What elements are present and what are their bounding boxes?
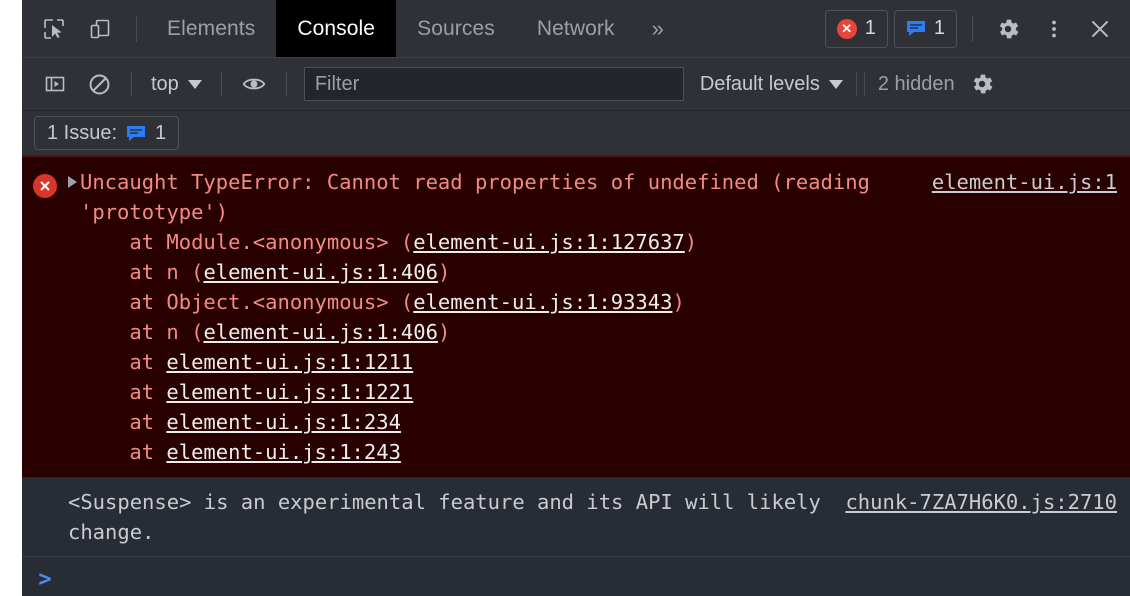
filterbar-divider-1 <box>131 72 132 96</box>
device-toolbar-icon[interactable] <box>81 10 119 48</box>
console-error-message[interactable]: Uncaught TypeError: Cannot read properti… <box>22 156 1130 478</box>
execution-context-label: top <box>151 72 179 95</box>
info-source-link[interactable]: chunk-7ZA7H6K0.js:2710 <box>845 487 1122 517</box>
kebab-menu-icon[interactable] <box>1034 9 1074 49</box>
tab-sources[interactable]: Sources <box>396 0 516 57</box>
info-message-text: <Suspense> is an experimental feature an… <box>68 490 834 544</box>
console-message-list: Uncaught TypeError: Cannot read properti… <box>22 156 1130 596</box>
issues-count: 1 <box>155 121 167 144</box>
tabbar-right-divider <box>972 15 973 42</box>
filterbar-divider-3 <box>285 72 287 96</box>
message-icon <box>127 125 146 141</box>
error-circle-icon: ✕ <box>836 18 857 39</box>
expand-triangle-icon[interactable] <box>68 176 77 188</box>
message-count-badge[interactable]: 1 <box>893 9 957 48</box>
log-levels-selector[interactable]: Default levels <box>700 73 843 96</box>
devtools-panel: Elements Console Sources Network » ✕ 1 1 <box>22 0 1130 596</box>
filterbar-divider-5 <box>863 72 865 96</box>
tab-network[interactable]: Network <box>516 0 636 57</box>
console-sidebar-icon[interactable] <box>36 65 74 103</box>
tab-console[interactable]: Console <box>276 0 397 57</box>
message-icon <box>906 21 925 36</box>
error-count-value: 1 <box>864 17 876 39</box>
gear-icon[interactable] <box>988 9 1028 49</box>
tabbar-left-icons <box>22 0 146 57</box>
error-message-text: Uncaught TypeError: Cannot read properti… <box>80 170 883 464</box>
live-expression-icon[interactable] <box>235 65 273 103</box>
error-count-badge[interactable]: ✕ 1 <box>824 9 888 48</box>
error-source-link[interactable]: element-ui.js:1 <box>932 167 1122 197</box>
chevron-down-icon <box>187 79 202 89</box>
stack-frame-link[interactable]: element-ui.js:1:406 <box>203 320 438 344</box>
gear-icon[interactable] <box>963 65 1001 103</box>
close-icon[interactable] <box>1080 9 1120 49</box>
clear-console-icon[interactable] <box>80 65 118 103</box>
console-prompt-input[interactable] <box>68 567 1130 593</box>
filterbar-divider-4 <box>855 72 857 96</box>
devtools-tabs: Elements Console Sources Network » <box>146 0 680 57</box>
error-circle-icon <box>33 174 57 198</box>
console-filter-bar: top Default levels 2 hidden <box>22 58 1130 111</box>
tab-elements[interactable]: Elements <box>146 0 276 57</box>
prompt-chevron-icon: > <box>38 567 52 592</box>
message-count-value: 1 <box>933 17 945 39</box>
inspect-element-icon[interactable] <box>35 10 73 48</box>
console-info-message[interactable]: <Suspense> is an experimental feature an… <box>22 478 1130 557</box>
log-levels-label: Default levels <box>699 72 820 95</box>
tab-overflow-icon[interactable]: » <box>636 0 680 57</box>
devtools-tabbar: Elements Console Sources Network » ✕ 1 1 <box>22 0 1130 58</box>
stack-frame-link[interactable]: element-ui.js:1:406 <box>203 260 438 284</box>
issues-chip[interactable]: 1 Issue: 1 <box>34 116 180 150</box>
filterbar-divider-2 <box>220 72 222 96</box>
stack-frame-link[interactable]: element-ui.js:1:1211 <box>166 350 413 374</box>
stack-frame-link[interactable]: element-ui.js:1:127637 <box>413 230 685 254</box>
issues-bar: 1 Issue: 1 <box>22 111 1130 156</box>
console-prompt-row[interactable]: > <box>22 557 1130 596</box>
chevron-down-icon <box>828 79 843 89</box>
execution-context-selector[interactable]: top <box>145 73 208 96</box>
stack-frame-link[interactable]: element-ui.js:1:243 <box>166 440 401 464</box>
issues-label: 1 Issue: <box>47 121 118 144</box>
stack-frame-link[interactable]: element-ui.js:1:1221 <box>166 380 413 404</box>
hidden-messages-count[interactable]: 2 hidden <box>878 73 955 96</box>
tabbar-divider <box>136 15 137 42</box>
error-icon-cell <box>22 167 68 198</box>
tabbar-right-controls: ✕ 1 1 <box>824 0 1130 57</box>
stack-frame-link[interactable]: element-ui.js:1:93343 <box>413 290 672 314</box>
stack-frame-link[interactable]: element-ui.js:1:234 <box>166 410 401 434</box>
filter-input[interactable] <box>303 67 684 101</box>
